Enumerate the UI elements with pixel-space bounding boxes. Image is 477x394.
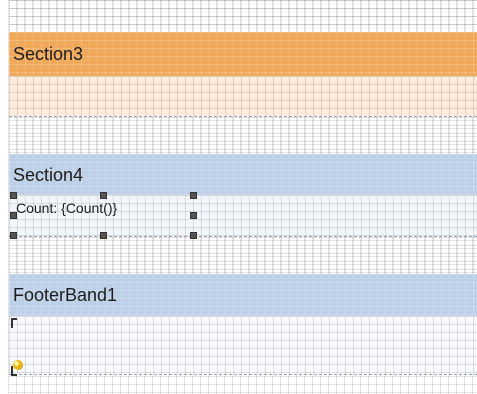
resize-handle-bottom-center[interactable] (100, 232, 107, 239)
section3-band-title: Section3 (13, 44, 84, 64)
footer-component-bracket-top (11, 318, 17, 328)
left-ruler (0, 0, 9, 394)
section3-band-body[interactable] (9, 76, 477, 116)
footer-band-header[interactable]: FooterBand1 (9, 274, 477, 316)
section3-band-header[interactable]: Section3 (9, 32, 477, 76)
footer-band-title: FooterBand1 (13, 285, 118, 305)
page-top-area[interactable] (9, 0, 477, 32)
footer-band-bottom-border (9, 374, 477, 375)
count-textbox-text: Count: {Count()} (16, 200, 118, 216)
section4-band-title: Section4 (13, 164, 84, 185)
smiley-marker-icon[interactable] (13, 360, 23, 370)
resize-handle-top-left[interactable] (10, 192, 17, 199)
section4-band-header[interactable]: Section4 (9, 154, 477, 195)
resize-handle-top-right[interactable] (190, 192, 197, 199)
resize-handle-bottom-right[interactable] (190, 232, 197, 239)
gap-area[interactable] (9, 117, 477, 154)
resize-handle-middle-left[interactable] (10, 212, 17, 219)
resize-handle-middle-right[interactable] (190, 212, 197, 219)
count-textbox[interactable]: Count: {Count()} (14, 196, 194, 236)
report-designer-canvas[interactable]: Section3 Section4 FooterBand1 Count: {Co… (0, 0, 477, 394)
gap-area-2[interactable] (9, 237, 477, 274)
resize-handle-bottom-left[interactable] (10, 232, 17, 239)
footer-band-body[interactable] (9, 316, 477, 374)
resize-handle-top-center[interactable] (100, 192, 107, 199)
